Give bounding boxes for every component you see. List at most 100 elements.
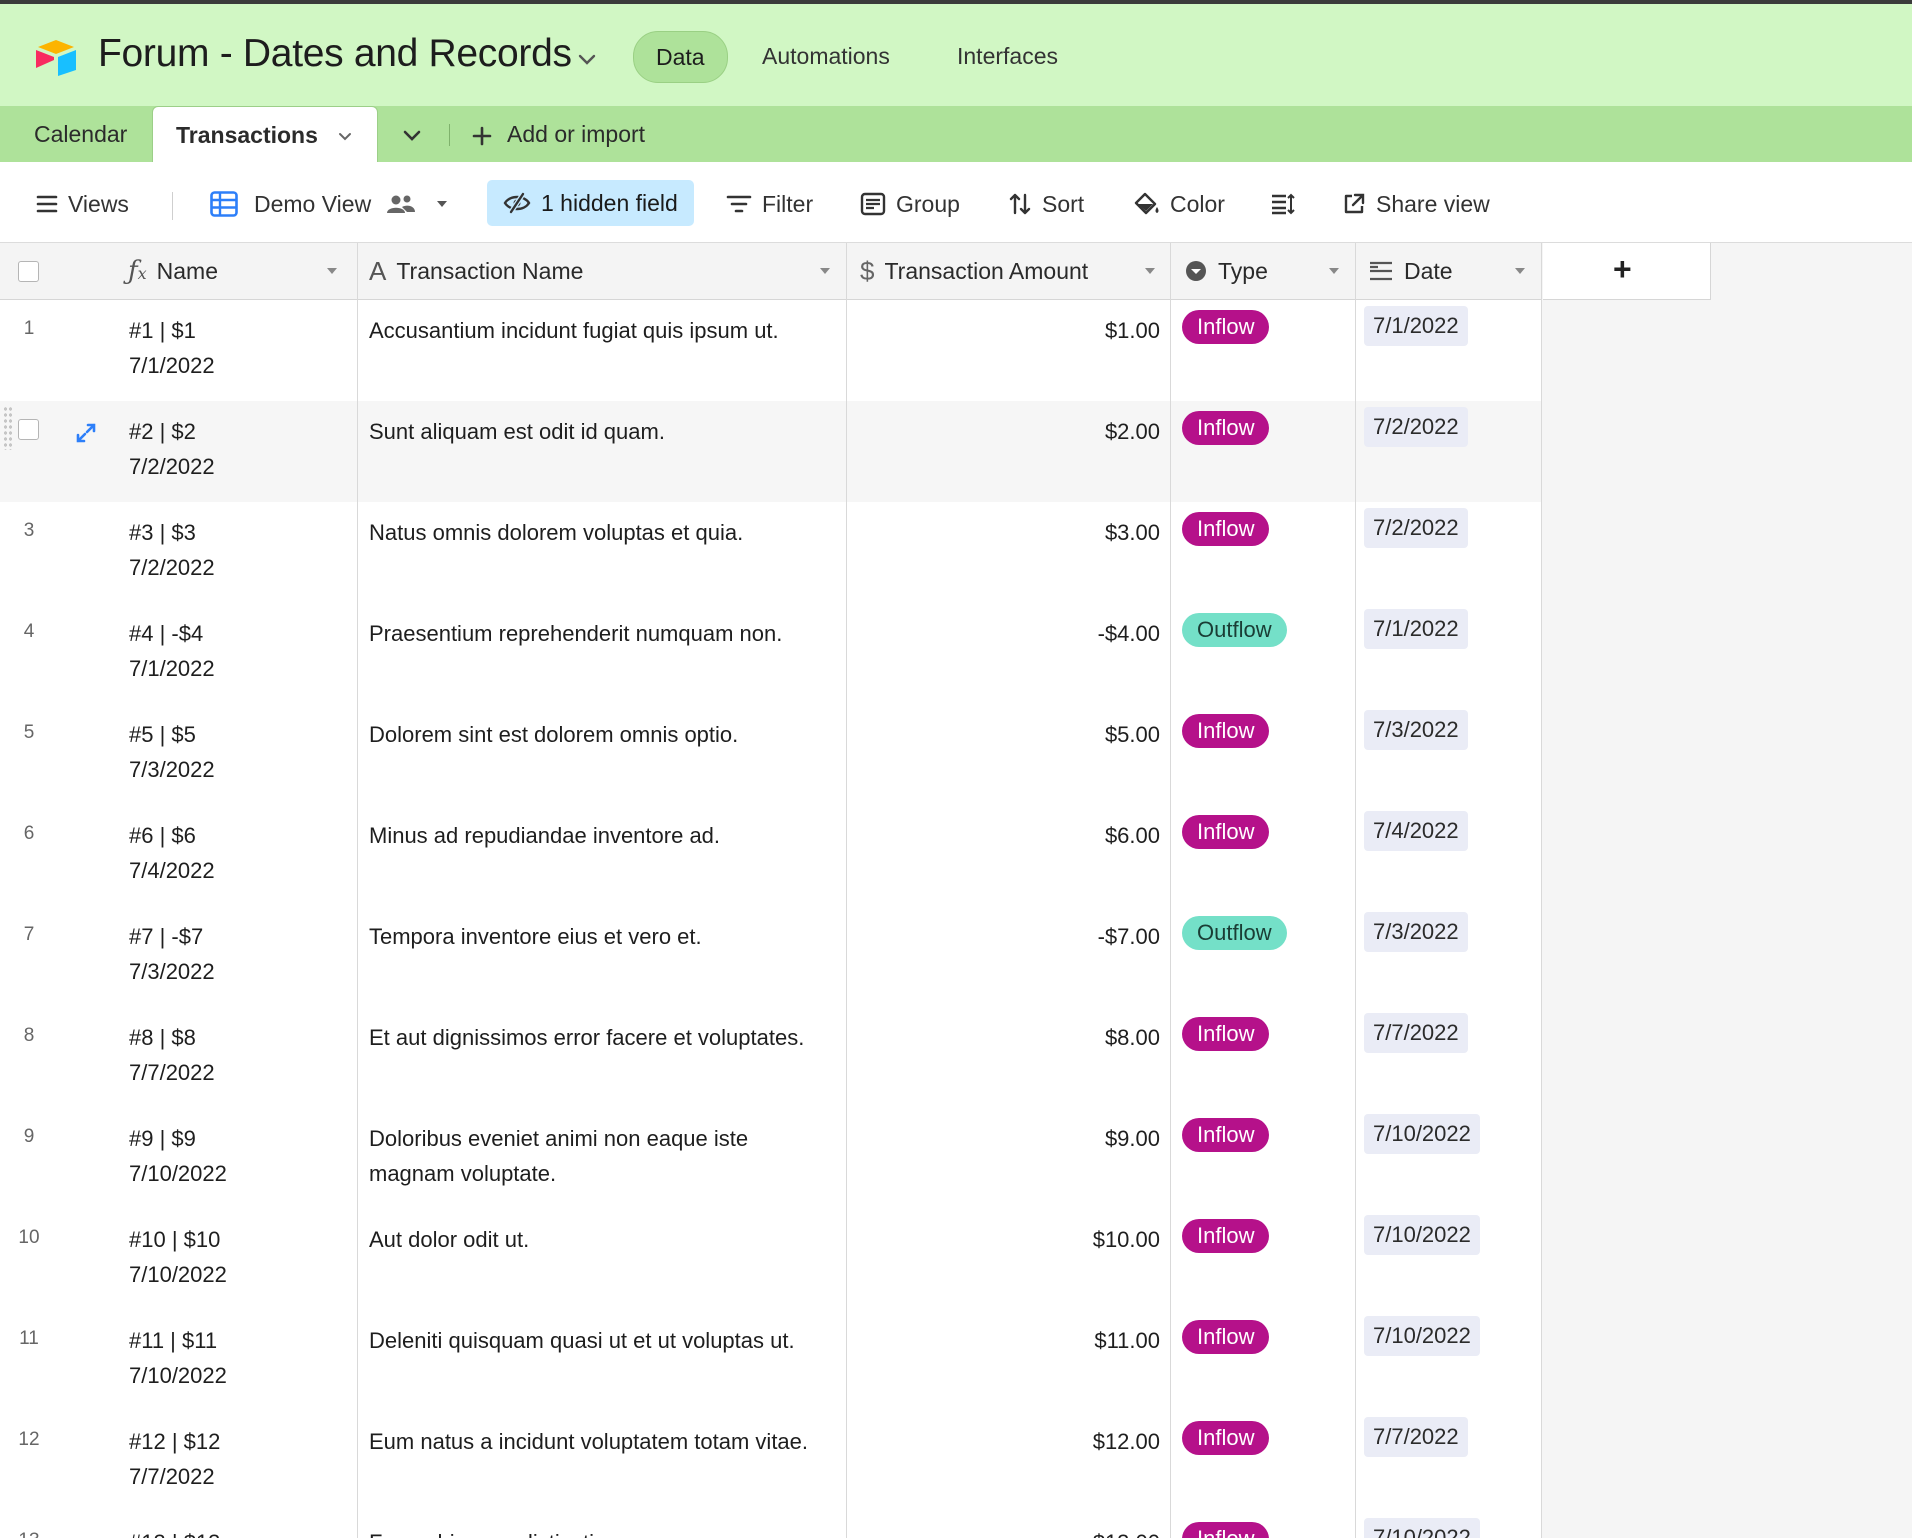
column-header-name[interactable]: ƒx Name <box>128 243 356 299</box>
cell-transaction-amount[interactable]: $12.00 <box>850 1424 1160 1459</box>
cell-name[interactable]: #10 | $10 7/10/2022 <box>129 1222 227 1292</box>
table-row[interactable]: 13 #13 | $13 Fugue hic eum distinctio nu… <box>0 1512 1542 1538</box>
column-header-transaction-amount[interactable]: $ Transaction Amount <box>860 243 1160 299</box>
type-pill[interactable]: Inflow <box>1182 310 1270 344</box>
cell-name[interactable]: #1 | $1 7/1/2022 <box>129 313 215 383</box>
cell-name[interactable]: #6 | $6 7/4/2022 <box>129 818 215 888</box>
date-chip[interactable]: 7/7/2022 <box>1364 1417 1468 1457</box>
table-row[interactable]: 12 #12 | $12 7/7/2022 Eum natus a incidu… <box>0 1411 1542 1513</box>
color-button[interactable]: Color <box>1132 182 1225 226</box>
cell-transaction-name[interactable]: Praesentium reprehenderit numquam non. <box>369 616 839 651</box>
type-pill[interactable]: Inflow <box>1182 714 1270 748</box>
cell-transaction-name[interactable]: Natus omnis dolorem voluptas et quia. <box>369 515 839 550</box>
add-or-import-button[interactable]: Add or import <box>471 106 645 162</box>
table-row[interactable]: 6 #6 | $6 7/4/2022 Minus ad repudiandae … <box>0 805 1542 907</box>
cell-name[interactable]: #3 | $3 7/2/2022 <box>129 515 215 585</box>
view-switcher[interactable]: Demo View <box>210 182 449 226</box>
type-pill[interactable]: Inflow <box>1182 1522 1270 1538</box>
nav-interfaces[interactable]: Interfaces <box>935 31 1080 81</box>
date-chip[interactable]: 7/10/2022 <box>1364 1518 1480 1538</box>
table-row[interactable]: 3 #3 | $3 7/2/2022 Natus omnis dolorem v… <box>0 502 1542 604</box>
group-button[interactable]: Group <box>860 182 960 226</box>
cell-transaction-amount[interactable]: -$7.00 <box>850 919 1160 954</box>
type-pill[interactable]: Inflow <box>1182 411 1270 445</box>
cell-name[interactable]: #8 | $8 7/7/2022 <box>129 1020 215 1090</box>
base-title[interactable]: Forum - Dates and Records <box>98 32 572 76</box>
table-row[interactable]: 10 #10 | $10 7/10/2022 Aut dolor odit ut… <box>0 1209 1542 1311</box>
cell-transaction-name[interactable]: Tempora inventore eius et vero et. <box>369 919 839 954</box>
date-chip[interactable]: 7/3/2022 <box>1364 710 1468 750</box>
cell-transaction-amount[interactable]: $1.00 <box>850 313 1160 348</box>
nav-automations[interactable]: Automations <box>740 31 912 81</box>
date-chip[interactable]: 7/7/2022 <box>1364 1013 1468 1053</box>
cell-transaction-name[interactable]: Dolorem sint est dolorem omnis optio. <box>369 717 839 752</box>
expand-record-icon[interactable] <box>74 421 98 445</box>
column-menu-caret-icon[interactable] <box>817 263 833 279</box>
table-row[interactable]: 4 #4 | -$4 7/1/2022 Praesentium reprehen… <box>0 603 1542 705</box>
cell-name[interactable]: #11 | $11 7/10/2022 <box>129 1323 227 1393</box>
date-chip[interactable]: 7/2/2022 <box>1364 407 1468 447</box>
cell-name[interactable]: #5 | $5 7/3/2022 <box>129 717 215 787</box>
cell-name[interactable]: #9 | $9 7/10/2022 <box>129 1121 227 1191</box>
select-all-checkbox[interactable] <box>18 261 39 282</box>
cell-transaction-name[interactable]: Aut dolor odit ut. <box>369 1222 839 1257</box>
add-field-button[interactable]: + <box>1543 243 1711 300</box>
type-pill[interactable]: Inflow <box>1182 1421 1270 1455</box>
column-header-transaction-name[interactable]: A Transaction Name <box>369 243 830 299</box>
cell-transaction-name[interactable]: Eum natus a incidunt voluptatem totam vi… <box>369 1424 839 1459</box>
column-menu-caret-icon[interactable] <box>1326 263 1342 279</box>
nav-data[interactable]: Data <box>633 31 728 83</box>
chevron-down-icon[interactable] <box>337 128 353 144</box>
table-row[interactable]: 5 #5 | $5 7/3/2022 Dolorem sint est dolo… <box>0 704 1542 806</box>
date-chip[interactable]: 7/10/2022 <box>1364 1215 1480 1255</box>
filter-button[interactable]: Filter <box>726 182 813 226</box>
row-checkbox[interactable] <box>18 419 39 440</box>
table-row[interactable]: 1 #1 | $1 7/1/2022 Accusantium incidunt … <box>0 300 1542 402</box>
drag-handle-icon[interactable] <box>3 406 13 450</box>
date-chip[interactable]: 7/10/2022 <box>1364 1316 1480 1356</box>
chevron-down-icon[interactable] <box>576 48 598 70</box>
date-chip[interactable]: 7/1/2022 <box>1364 609 1468 649</box>
table-row[interactable]: 9 #9 | $9 7/10/2022 Doloribus eveniet an… <box>0 1108 1542 1210</box>
cell-transaction-amount[interactable]: $13.00 <box>850 1525 1160 1538</box>
cell-transaction-name[interactable]: Accusantium incidunt fugiat quis ipsum u… <box>369 313 839 348</box>
tab-transactions[interactable]: Transactions <box>152 106 378 165</box>
type-pill[interactable]: Inflow <box>1182 1320 1270 1354</box>
date-chip[interactable]: 7/1/2022 <box>1364 306 1468 346</box>
cell-name[interactable]: #2 | $2 7/2/2022 <box>129 414 215 484</box>
date-chip[interactable]: 7/10/2022 <box>1364 1114 1480 1154</box>
cell-transaction-name[interactable]: Et aut dignissimos error facere et volup… <box>369 1020 839 1055</box>
cell-transaction-amount[interactable]: $10.00 <box>850 1222 1160 1257</box>
type-pill[interactable]: Inflow <box>1182 512 1270 546</box>
cell-transaction-amount[interactable]: $11.00 <box>850 1323 1160 1358</box>
sort-button[interactable]: Sort <box>1008 182 1084 226</box>
column-header-date[interactable]: Date <box>1368 243 1534 299</box>
tab-calendar[interactable]: Calendar <box>34 106 127 162</box>
views-button[interactable]: Views <box>36 182 129 226</box>
table-row[interactable]: #2 | $2 7/2/2022 Sunt aliquam est odit i… <box>0 401 1542 503</box>
type-pill[interactable]: Outflow <box>1182 916 1287 950</box>
cell-name[interactable]: #4 | -$4 7/1/2022 <box>129 616 215 686</box>
cell-transaction-name[interactable]: Fugue hic eum distinctio numquam <box>369 1525 839 1538</box>
date-chip[interactable]: 7/2/2022 <box>1364 508 1468 548</box>
cell-transaction-amount[interactable]: $9.00 <box>850 1121 1160 1156</box>
column-menu-caret-icon[interactable] <box>1142 263 1158 279</box>
date-chip[interactable]: 7/4/2022 <box>1364 811 1468 851</box>
cell-transaction-name[interactable]: Minus ad repudiandae inventore ad. <box>369 818 839 853</box>
hidden-fields-button[interactable]: 1 hidden field <box>487 180 694 226</box>
cell-transaction-name[interactable]: Doloribus eveniet animi non eaque iste m… <box>369 1121 839 1191</box>
table-row[interactable]: 11 #11 | $11 7/10/2022 Deleniti quisquam… <box>0 1310 1542 1412</box>
type-pill[interactable]: Inflow <box>1182 1118 1270 1152</box>
more-tables-chevron-icon[interactable] <box>401 126 423 146</box>
column-menu-caret-icon[interactable] <box>1512 263 1528 279</box>
column-header-type[interactable]: Type <box>1184 243 1340 299</box>
cell-name[interactable]: #13 | $13 <box>129 1525 220 1538</box>
cell-transaction-amount[interactable]: $6.00 <box>850 818 1160 853</box>
cell-transaction-amount[interactable]: $3.00 <box>850 515 1160 550</box>
type-pill[interactable]: Inflow <box>1182 815 1270 849</box>
cell-name[interactable]: #7 | -$7 7/3/2022 <box>129 919 215 989</box>
date-chip[interactable]: 7/3/2022 <box>1364 912 1468 952</box>
column-menu-caret-icon[interactable] <box>324 263 340 279</box>
cell-transaction-amount[interactable]: $8.00 <box>850 1020 1160 1055</box>
type-pill[interactable]: Inflow <box>1182 1017 1270 1051</box>
